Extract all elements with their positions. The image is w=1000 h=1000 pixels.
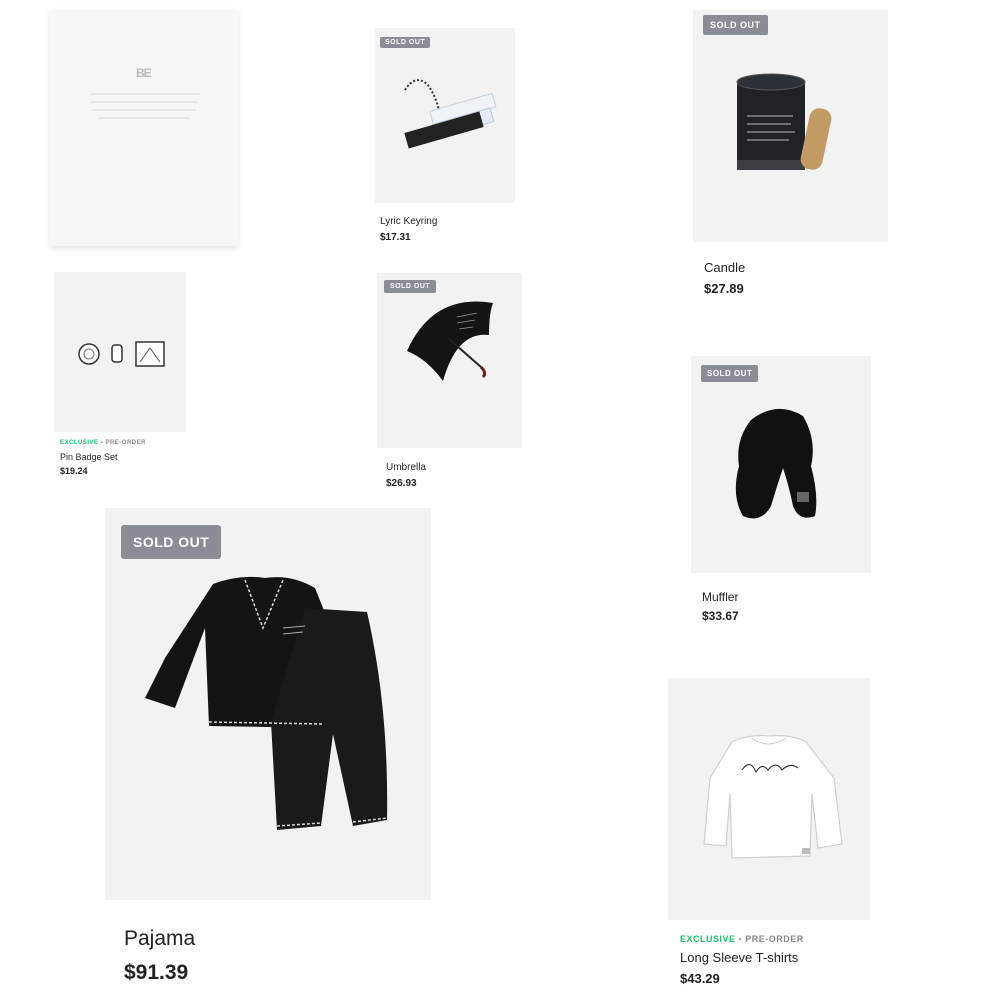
- product-price: $19.24: [60, 466, 88, 476]
- pin-badge-icon: [78, 341, 165, 367]
- umbrella-image[interactable]: SOLD OUT: [377, 273, 522, 448]
- sold-out-badge: SOLD OUT: [380, 37, 431, 48]
- sold-out-badge: SOLD OUT: [701, 365, 759, 382]
- album-letter-image[interactable]: BE: [50, 10, 238, 246]
- product-card-pin-badge[interactable]: EXCLUSIVE • PRE-ORDER Pin Badge Set $19.…: [54, 272, 188, 482]
- product-card-letter[interactable]: BE: [50, 10, 240, 248]
- sold-out-badge: SOLD OUT: [121, 525, 222, 559]
- product-price: $33.67: [702, 609, 739, 623]
- pin-badge-image[interactable]: [54, 272, 186, 432]
- candle-icon: [736, 73, 832, 170]
- muffler-icon: [735, 408, 817, 519]
- embossed-text-lines: [90, 93, 200, 119]
- product-card-pajama[interactable]: SOLD OUT Pajama $91.39: [105, 508, 433, 993]
- product-price: $27.89: [704, 281, 744, 296]
- product-price: $26.93: [386, 478, 417, 489]
- product-name[interactable]: Lyric Keyring: [380, 216, 437, 227]
- candle-image[interactable]: SOLD OUT: [693, 10, 888, 242]
- product-card-tshirt[interactable]: EXCLUSIVE • PRE-ORDER Long Sleeve T-shir…: [668, 678, 872, 990]
- muffler-image[interactable]: SOLD OUT: [691, 356, 871, 573]
- product-price: $43.29: [680, 971, 720, 986]
- product-tags: EXCLUSIVE • PRE-ORDER: [60, 440, 146, 446]
- product-name[interactable]: Pin Badge Set: [60, 452, 118, 462]
- product-name[interactable]: Pajama: [124, 927, 195, 951]
- exclusive-tag: EXCLUSIVE: [60, 440, 99, 446]
- keyring-image[interactable]: SOLD OUT: [375, 28, 515, 203]
- preorder-tag: PRE-ORDER: [745, 934, 804, 944]
- product-price: $17.31: [380, 232, 411, 243]
- tshirt-icon: [703, 735, 843, 859]
- tag-separator: •: [738, 934, 743, 944]
- pajama-icon: [145, 576, 388, 830]
- product-card-umbrella[interactable]: SOLD OUT Umbrella $26.93: [377, 273, 524, 495]
- product-price: $91.39: [124, 961, 189, 984]
- keyring-icon: [404, 79, 497, 149]
- product-card-keyring[interactable]: SOLD OUT Lyric Keyring $17.31: [375, 28, 517, 248]
- sold-out-badge: SOLD OUT: [703, 15, 768, 35]
- pajama-image[interactable]: SOLD OUT: [105, 508, 431, 900]
- exclusive-tag: EXCLUSIVE: [680, 934, 736, 944]
- product-card-candle[interactable]: SOLD OUT Candle $27.89: [693, 10, 889, 300]
- sold-out-badge: SOLD OUT: [384, 280, 437, 293]
- preorder-tag: PRE-ORDER: [105, 440, 146, 446]
- product-name[interactable]: Candle: [704, 260, 745, 275]
- tag-separator: •: [100, 440, 104, 446]
- product-name[interactable]: Long Sleeve T-shirts: [680, 950, 798, 965]
- product-card-muffler[interactable]: SOLD OUT Muffler $33.67: [691, 356, 873, 628]
- tshirt-image[interactable]: [668, 678, 870, 920]
- product-name[interactable]: Umbrella: [386, 462, 426, 473]
- umbrella-icon: [407, 301, 493, 381]
- product-tags: EXCLUSIVE • PRE-ORDER: [680, 934, 804, 944]
- product-name[interactable]: Muffler: [702, 590, 738, 604]
